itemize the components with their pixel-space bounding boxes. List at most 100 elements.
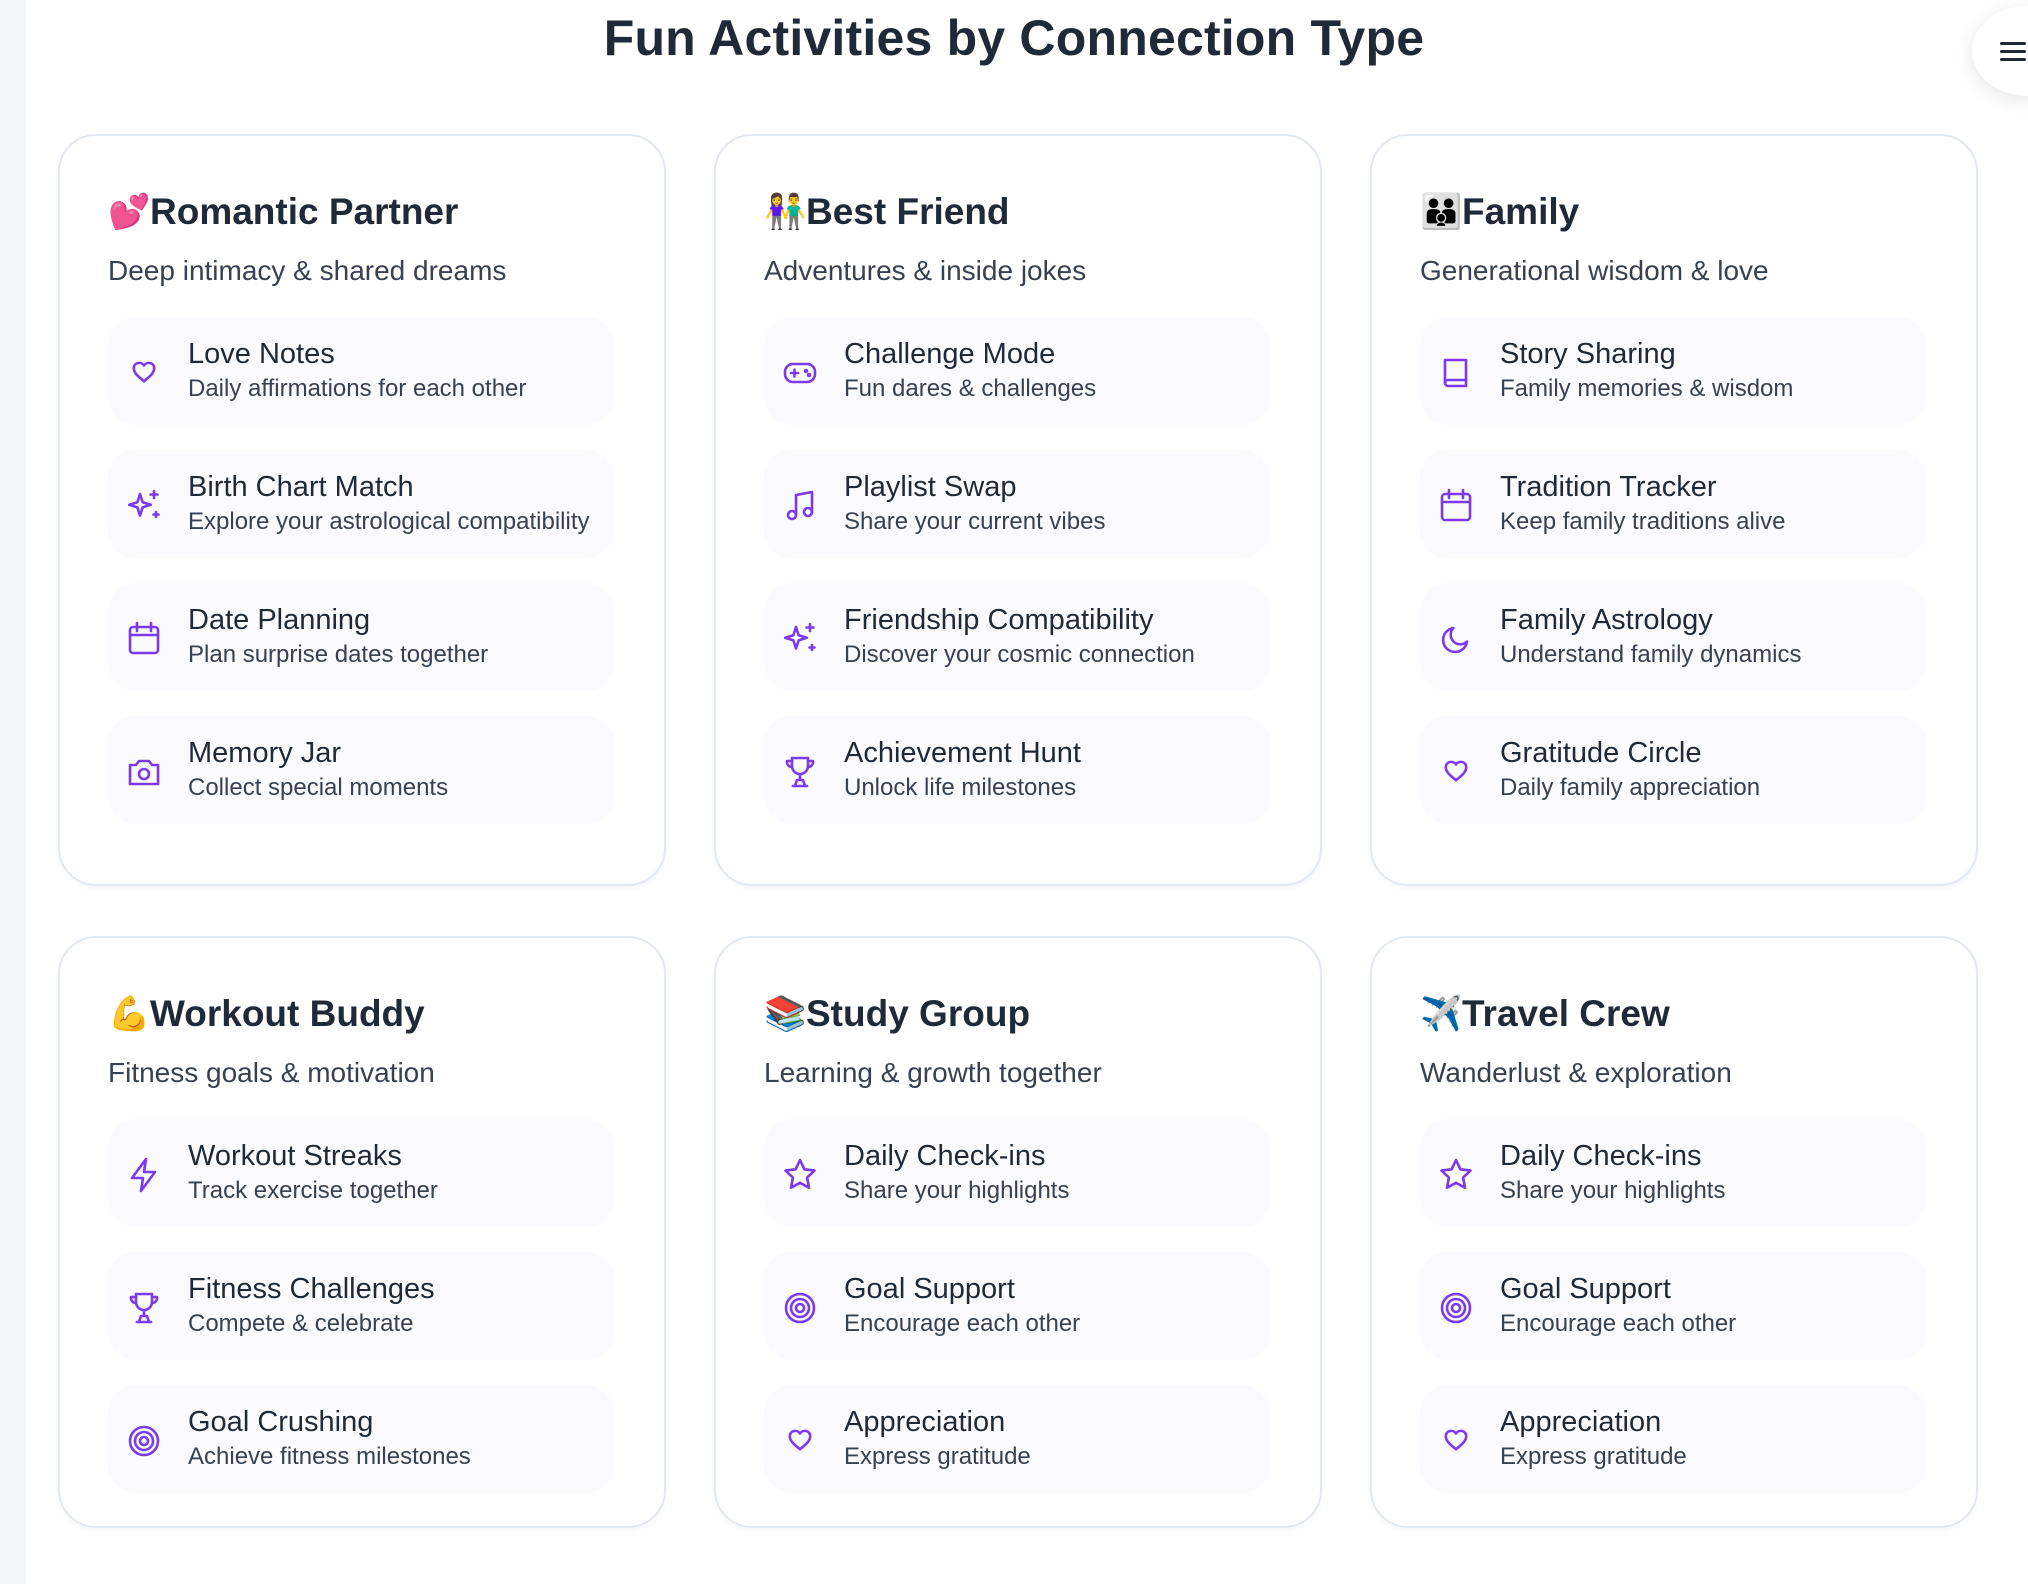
- activity-item[interactable]: Tradition Tracker Keep family traditions …: [1420, 450, 1926, 558]
- activity-item[interactable]: Achievement Hunt Unlock life milestones: [764, 716, 1270, 824]
- heart-icon: [1434, 1419, 1478, 1463]
- activity-item[interactable]: Love Notes Daily affirmations for each ot…: [108, 317, 614, 425]
- activity-item[interactable]: Family Astrology Understand family dynami…: [1420, 583, 1926, 691]
- activity-list: Story Sharing Family memories & wisdom Tra…: [1420, 317, 1926, 824]
- activity-title: Daily Check-ins: [1500, 1140, 1702, 1172]
- activity-item[interactable]: Fitness Challenges Compete & celebrate: [108, 1252, 614, 1360]
- activity-item[interactable]: Goal Support Encourage each other: [764, 1252, 1270, 1360]
- heart-icon: [1434, 750, 1478, 794]
- activity-text: Fitness Challenges Compete & celebrate: [188, 1272, 435, 1340]
- connection-card: 👫 Best Friend Adventures & inside jokes Cha…: [714, 134, 1322, 886]
- card-header: 👪 Family: [1420, 188, 1926, 236]
- heart-icon: [122, 351, 166, 395]
- activity-text: Story Sharing Family memories & wisdom: [1500, 337, 1793, 405]
- activity-title: Goal Support: [844, 1273, 1015, 1305]
- activity-text: Daily Check-ins Share your highlights: [1500, 1139, 1725, 1207]
- calendar-icon: [122, 617, 166, 661]
- card-emoji-icon: 💕: [108, 193, 151, 231]
- activity-item[interactable]: Playlist Swap Share your current vibes: [764, 450, 1270, 558]
- card-header: ✈️ Travel Crew: [1420, 990, 1926, 1038]
- activity-text: Playlist Swap Share your current vibes: [844, 470, 1105, 538]
- card-emoji-icon: 👪: [1420, 193, 1463, 231]
- activity-item[interactable]: Birth Chart Match Explore your astrologic…: [108, 450, 614, 558]
- connection-type-grid: 💕 Romantic Partner Deep intimacy & shared …: [58, 134, 1978, 1528]
- book-icon: [1434, 351, 1478, 395]
- page: Fun Activities by Connection Type 💕 Roman…: [0, 0, 2028, 1584]
- activity-item[interactable]: Story Sharing Family memories & wisdom: [1420, 317, 1926, 425]
- activity-text: Memory Jar Collect special moments: [188, 736, 448, 804]
- activity-description: Understand family dynamics: [1500, 641, 1802, 668]
- activity-item[interactable]: Daily Check-ins Share your highlights: [1420, 1119, 1926, 1227]
- card-title: Best Friend: [806, 191, 1010, 232]
- card-title: Family: [1462, 191, 1580, 232]
- card-emoji-icon: 📚: [764, 995, 807, 1033]
- calendar-icon: [1434, 484, 1478, 528]
- activity-list: Love Notes Daily affirmations for each ot…: [108, 317, 614, 824]
- connection-card: ✈️ Travel Crew Wanderlust & exploration Dai…: [1370, 936, 1978, 1528]
- activity-description: Express gratitude: [844, 1443, 1031, 1470]
- trophy-icon: [122, 1286, 166, 1330]
- activity-text: Gratitude Circle Daily family appreciatio…: [1500, 736, 1760, 804]
- card-title: Workout Buddy: [150, 993, 425, 1034]
- activity-title: Friendship Compatibility: [844, 604, 1154, 636]
- activity-title: Memory Jar: [188, 737, 342, 769]
- activity-text: Appreciation Express gratitude: [844, 1405, 1031, 1473]
- card-subtitle: Generational wisdom & love: [1420, 255, 1769, 286]
- activity-text: Goal Support Encourage each other: [1500, 1272, 1736, 1340]
- activity-item[interactable]: Memory Jar Collect special moments: [108, 716, 614, 824]
- card-subtitle: Wanderlust & exploration: [1420, 1057, 1732, 1088]
- activity-item[interactable]: Goal Support Encourage each other: [1420, 1252, 1926, 1360]
- connection-card: 👪 Family Generational wisdom & love Story S…: [1370, 134, 1978, 886]
- activity-title: Gratitude Circle: [1500, 737, 1702, 769]
- activity-item[interactable]: Goal Crushing Achieve fitness milestones: [108, 1385, 614, 1493]
- activity-text: Goal Crushing Achieve fitness milestones: [188, 1405, 471, 1473]
- activity-text: Birth Chart Match Explore your astrologic…: [188, 470, 590, 538]
- target-icon: [1434, 1286, 1478, 1330]
- card-header: 📚 Study Group: [764, 990, 1270, 1038]
- card-subtitle: Fitness goals & motivation: [108, 1057, 435, 1088]
- activity-description: Collect special moments: [188, 774, 449, 801]
- activity-description: Share your highlights: [844, 1177, 1070, 1204]
- activity-text: Appreciation Express gratitude: [1500, 1405, 1687, 1473]
- connection-card: 💕 Romantic Partner Deep intimacy & shared …: [58, 134, 666, 886]
- left-edge-strip: [0, 0, 26, 1584]
- card-header: 💪 Workout Buddy: [108, 990, 614, 1038]
- activity-title: Birth Chart Match: [188, 471, 414, 503]
- activity-title: Appreciation: [844, 1406, 1006, 1438]
- activity-description: Achieve fitness milestones: [188, 1443, 471, 1470]
- activity-item[interactable]: Gratitude Circle Daily family appreciatio…: [1420, 716, 1926, 824]
- activity-item[interactable]: Challenge Mode Fun dares & challenges: [764, 317, 1270, 425]
- activity-description: Encourage each other: [844, 1310, 1081, 1337]
- sparkles-icon: [122, 484, 166, 528]
- activity-text: Workout Streaks Track exercise together: [188, 1139, 438, 1207]
- target-icon: [122, 1419, 166, 1463]
- activity-title: Appreciation: [1500, 1406, 1662, 1438]
- card-header: 👫 Best Friend: [764, 188, 1270, 236]
- activity-text: Friendship Compatibility Discover your co…: [844, 603, 1195, 671]
- activity-text: Achievement Hunt Unlock life milestones: [844, 736, 1081, 804]
- activity-title: Goal Crushing: [188, 1406, 374, 1438]
- activity-item[interactable]: Workout Streaks Track exercise together: [108, 1119, 614, 1227]
- card-emoji-icon: ✈️: [1420, 995, 1463, 1033]
- activity-item[interactable]: Appreciation Express gratitude: [764, 1385, 1270, 1493]
- activity-description: Share your current vibes: [844, 508, 1106, 535]
- activity-list: Daily Check-ins Share your highlights Goal…: [1420, 1119, 1926, 1493]
- card-emoji-icon: 👫: [764, 193, 807, 231]
- card-title: Study Group: [806, 993, 1031, 1034]
- activity-title: Playlist Swap: [844, 471, 1017, 503]
- activity-item[interactable]: Appreciation Express gratitude: [1420, 1385, 1926, 1493]
- activity-description: Family memories & wisdom: [1500, 375, 1794, 402]
- activity-text: Family Astrology Understand family dynami…: [1500, 603, 1801, 671]
- star-icon: [778, 1153, 822, 1197]
- activity-title: Love Notes: [188, 338, 335, 370]
- activity-item[interactable]: Date Planning Plan surprise dates togethe…: [108, 583, 614, 691]
- activity-item[interactable]: Daily Check-ins Share your highlights: [764, 1119, 1270, 1227]
- activity-text: Tradition Tracker Keep family traditions …: [1500, 470, 1785, 538]
- activity-description: Daily family appreciation: [1500, 774, 1761, 801]
- activity-text: Challenge Mode Fun dares & challenges: [844, 337, 1096, 405]
- activity-text: Daily Check-ins Share your highlights: [844, 1139, 1069, 1207]
- activity-title: Story Sharing: [1500, 338, 1676, 370]
- activity-description: Explore your astrological compatibility: [188, 508, 590, 535]
- activity-item[interactable]: Friendship Compatibility Discover your co…: [764, 583, 1270, 691]
- trophy-icon: [778, 750, 822, 794]
